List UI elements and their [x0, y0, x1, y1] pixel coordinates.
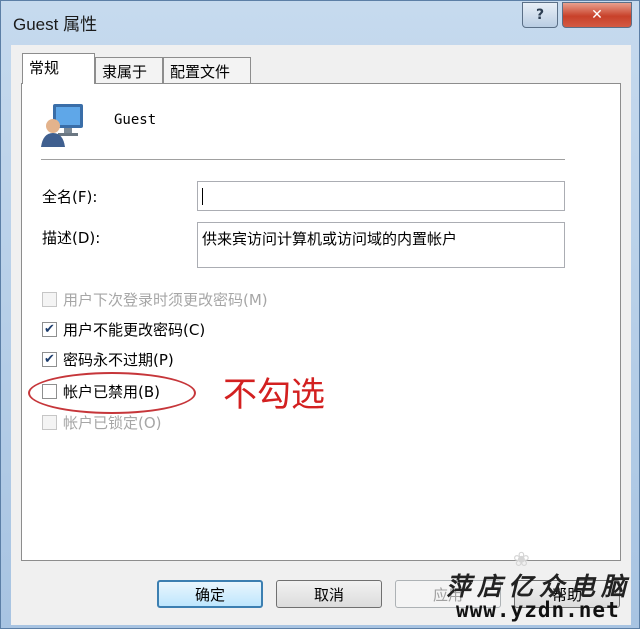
description-value: 供来宾访问计算机或访问域的内置帐户	[202, 230, 458, 248]
password-never-expires-label: 密码永不过期(P)	[63, 351, 174, 369]
account-locked-label: 帐户已锁定(O)	[63, 414, 162, 432]
user-computer-icon	[41, 104, 83, 147]
checkbox-box	[42, 415, 57, 430]
watermark-url: www.yzdn.net	[456, 598, 620, 622]
text-caret	[202, 188, 203, 205]
fullname-label: 全名(F):	[42, 188, 98, 206]
cancel-button[interactable]: 取消	[276, 580, 382, 608]
ok-button[interactable]: 确定	[157, 580, 263, 608]
user-name: Guest	[114, 112, 157, 128]
account-locked-checkbox[interactable]: 帐户已锁定(O)	[42, 412, 162, 433]
tab-general[interactable]: 常规	[22, 53, 95, 84]
description-label: 描述(D):	[42, 229, 101, 247]
description-input[interactable]: 供来宾访问计算机或访问域的内置帐户	[197, 222, 565, 268]
tab-general-label: 常规	[29, 59, 60, 77]
tab-profile-label: 配置文件	[170, 63, 231, 81]
question-icon: ?	[535, 7, 545, 23]
dialog-title: Guest 属性	[13, 15, 98, 34]
annotation-text: 不勾选	[223, 375, 325, 415]
tab-member-of-label: 隶属于	[102, 63, 148, 81]
help-title-button[interactable]: ?	[522, 2, 558, 28]
checkbox-box	[42, 292, 57, 307]
cannot-change-password-label: 用户不能更改密码(C)	[63, 321, 206, 339]
password-never-expires-checkbox[interactable]: ✔ 密码永不过期(P)	[42, 349, 174, 370]
ok-button-label: 确定	[194, 585, 225, 604]
tab-member-of[interactable]: 隶属于	[95, 57, 163, 83]
cannot-change-password-checkbox[interactable]: ✔ 用户不能更改密码(C)	[42, 319, 205, 340]
checkmark-icon: ✔	[42, 322, 57, 337]
must-change-password-checkbox[interactable]: 用户下次登录时须更改密码(M)	[42, 289, 268, 310]
must-change-password-label: 用户下次登录时须更改密码(M)	[63, 291, 268, 309]
checkmark-icon: ✔	[42, 352, 57, 367]
properties-dialog: Guest 属性 ? ✕ 常规 隶属于 配置文件 Guest 全名(F): 描述…	[0, 0, 640, 629]
close-button[interactable]: ✕	[562, 2, 632, 28]
cancel-button-label: 取消	[313, 585, 344, 604]
annotation-ellipse	[28, 372, 196, 414]
tab-profile[interactable]: 配置文件	[163, 57, 251, 83]
separator	[41, 159, 565, 161]
fullname-input[interactable]	[197, 181, 565, 211]
close-icon: ✕	[591, 7, 603, 23]
